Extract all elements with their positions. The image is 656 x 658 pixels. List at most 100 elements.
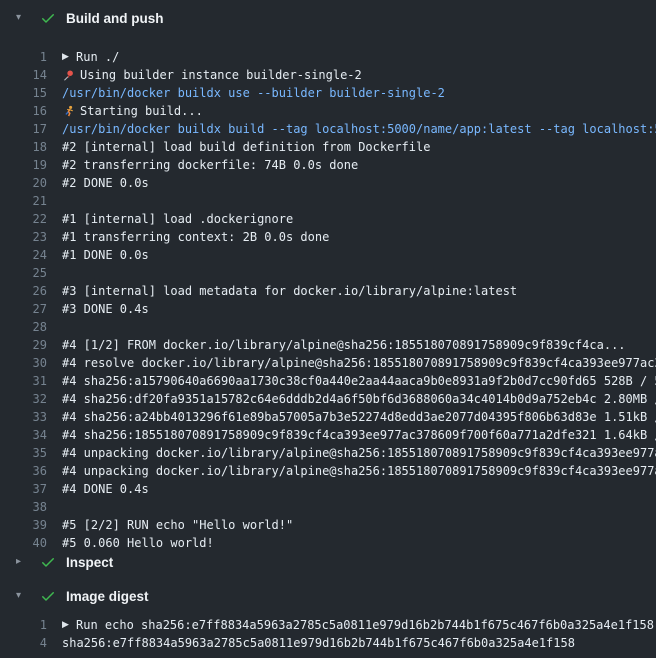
line-content: #2 DONE 0.0s (62, 174, 149, 192)
log-block: 1 ▶Run echo sha256:e7ff8834a5963a2785c5a0… (0, 616, 656, 652)
line-text: #4 unpacking docker.io/library/alpine@sh… (62, 444, 656, 462)
line-text: #4 sha256:a24bb4013296f61e89ba57005a7b3e… (62, 408, 656, 426)
line-content: #4 unpacking docker.io/library/alpine@sh… (62, 462, 656, 480)
line-content: Starting build... (62, 102, 203, 120)
line-text: Using builder instance builder-single-2 (80, 66, 362, 84)
line-number[interactable]: 34 (0, 426, 47, 444)
line-content: #4 DONE 0.4s (62, 480, 149, 498)
line-number[interactable]: 1 (0, 48, 47, 66)
line-number[interactable]: 32 (0, 390, 47, 408)
log-line: 30 #4 resolve docker.io/library/alpine@sh… (0, 354, 656, 372)
line-content: #4 [1/2] FROM docker.io/library/alpine@s… (62, 336, 626, 354)
line-text: #1 [internal] load .dockerignore (62, 210, 293, 228)
line-number[interactable]: 18 (0, 138, 47, 156)
line-number[interactable]: 1 (0, 616, 47, 634)
log-line: 33 #4 sha256:a24bb4013296f61e89ba57005a7b… (0, 408, 656, 426)
line-number[interactable]: 17 (0, 120, 47, 138)
log-line: 29 #4 [1/2] FROM docker.io/library/alpine… (0, 336, 656, 354)
line-number[interactable]: 20 (0, 174, 47, 192)
line-number[interactable]: 22 (0, 210, 47, 228)
line-text: #1 DONE 0.0s (62, 246, 149, 264)
line-number[interactable]: 24 (0, 246, 47, 264)
line-number[interactable]: 19 (0, 156, 47, 174)
check-icon (40, 10, 56, 26)
log-line: 38 (0, 498, 656, 516)
line-number[interactable]: 31 (0, 372, 47, 390)
line-number[interactable]: 35 (0, 444, 47, 462)
line-number[interactable]: 40 (0, 534, 47, 552)
log-line: 26 #3 [internal] load metadata for docker… (0, 282, 656, 300)
line-number[interactable]: 38 (0, 498, 47, 516)
pin-icon (62, 68, 75, 82)
line-number[interactable]: 25 (0, 264, 47, 282)
log-line: 32 #4 sha256:df20fa9351a15782c64e6dddb2d4… (0, 390, 656, 408)
section-title: Inspect (66, 555, 113, 570)
line-content: ▶Run echo sha256:e7ff8834a5963a2785c5a08… (62, 616, 654, 634)
line-number[interactable]: 29 (0, 336, 47, 354)
line-content: #1 transferring context: 2B 0.0s done (62, 228, 329, 246)
line-content: #4 sha256:185518070891758909c9f839cf4ca3… (62, 426, 656, 444)
log-line: 17/usr/bin/docker buildx build --tag loc… (0, 120, 656, 138)
line-number[interactable]: 28 (0, 318, 47, 336)
run-chevron-icon[interactable]: ▶ (62, 53, 76, 62)
log-line: 28 (0, 318, 656, 336)
line-content: Using builder instance builder-single-2 (62, 66, 362, 84)
log-line: 25 (0, 264, 656, 282)
log-line: 1 ▶Run echo sha256:e7ff8834a5963a2785c5a0… (0, 616, 656, 634)
log-block: 1▶Run ./14Using builder instance builder… (0, 48, 656, 552)
line-text: sha256:e7ff8834a5963a2785c5a0811e979d16b… (62, 634, 575, 652)
line-content: /usr/bin/docker buildx build --tag local… (62, 120, 656, 138)
line-text: #5 0.060 Hello world! (62, 534, 214, 552)
log-section-inspect: ▸Inspect (0, 552, 656, 572)
log-line: 16 Starting build... (0, 102, 656, 120)
line-text: #5 [2/2] RUN echo "Hello world!" (62, 516, 293, 534)
line-text: #3 DONE 0.4s (62, 300, 149, 318)
line-content: #1 DONE 0.0s (62, 246, 149, 264)
line-text: Starting build... (80, 102, 203, 120)
log-line: 19#2 transferring dockerfile: 74B 0.0s d… (0, 156, 656, 174)
run-chevron-icon[interactable]: ▶ (62, 621, 76, 630)
section-header-image-digest[interactable]: ▾Image digest (0, 586, 656, 606)
line-content: sha256:e7ff8834a5963a2785c5a0811e979d16b… (62, 634, 575, 652)
log-line: 39 #5 [2/2] RUN echo "Hello world!" (0, 516, 656, 534)
line-number[interactable]: 16 (0, 102, 47, 120)
line-content: #4 unpacking docker.io/library/alpine@sh… (62, 444, 656, 462)
line-content: #3 [internal] load metadata for docker.i… (62, 282, 517, 300)
section-header-build-and-push[interactable]: ▾Build and push (0, 8, 656, 28)
line-number[interactable]: 21 (0, 192, 47, 210)
section-header-inspect[interactable]: ▸Inspect (0, 552, 656, 572)
line-number[interactable]: 39 (0, 516, 47, 534)
line-number[interactable]: 15 (0, 84, 47, 102)
line-content: #4 sha256:df20fa9351a15782c64e6dddb2d4a6… (62, 390, 656, 408)
line-content: #2 [internal] load build definition from… (62, 138, 430, 156)
log-line: 4 sha256:e7ff8834a5963a2785c5a0811e979d16… (0, 634, 656, 652)
line-number[interactable]: 33 (0, 408, 47, 426)
log-line: 1▶Run ./ (0, 48, 656, 66)
line-number[interactable]: 26 (0, 282, 47, 300)
log-line: 23 #1 transferring context: 2B 0.0s done (0, 228, 656, 246)
line-text: /usr/bin/docker buildx build --tag local… (62, 120, 656, 138)
section-title: Build and push (66, 11, 164, 26)
line-number[interactable]: 37 (0, 480, 47, 498)
line-content: #4 resolve docker.io/library/alpine@sha2… (62, 354, 656, 372)
log-section-build-and-push: ▾Build and push1▶Run ./14Using builder i… (0, 8, 656, 552)
line-content: #1 [internal] load .dockerignore (62, 210, 293, 228)
log-line: 24 #1 DONE 0.0s (0, 246, 656, 264)
line-text: #4 sha256:df20fa9351a15782c64e6dddb2d4a6… (62, 390, 656, 408)
line-number[interactable]: 4 (0, 634, 47, 652)
line-text: #4 sha256:a15790640a6690aa1730c38cf0a440… (62, 372, 656, 390)
log-line: 22 #1 [internal] load .dockerignore (0, 210, 656, 228)
line-number[interactable]: 36 (0, 462, 47, 480)
line-content: #3 DONE 0.4s (62, 300, 149, 318)
runner-icon (62, 104, 75, 118)
log-section-image-digest: ▾Image digest 1 ▶Run echo sha256:e7ff8834a… (0, 586, 656, 652)
log-line: 20 #2 DONE 0.0s (0, 174, 656, 192)
log-line: 18 #2 [internal] load build definition fr… (0, 138, 656, 156)
log-line: 40 #5 0.060 Hello world! (0, 534, 656, 552)
line-text: #4 unpacking docker.io/library/alpine@sh… (62, 462, 656, 480)
line-number[interactable]: 23 (0, 228, 47, 246)
log-line: 36 #4 unpacking docker.io/library/alpine@… (0, 462, 656, 480)
line-number[interactable]: 27 (0, 300, 47, 318)
line-number[interactable]: 14 (0, 66, 47, 84)
line-number[interactable]: 30 (0, 354, 47, 372)
